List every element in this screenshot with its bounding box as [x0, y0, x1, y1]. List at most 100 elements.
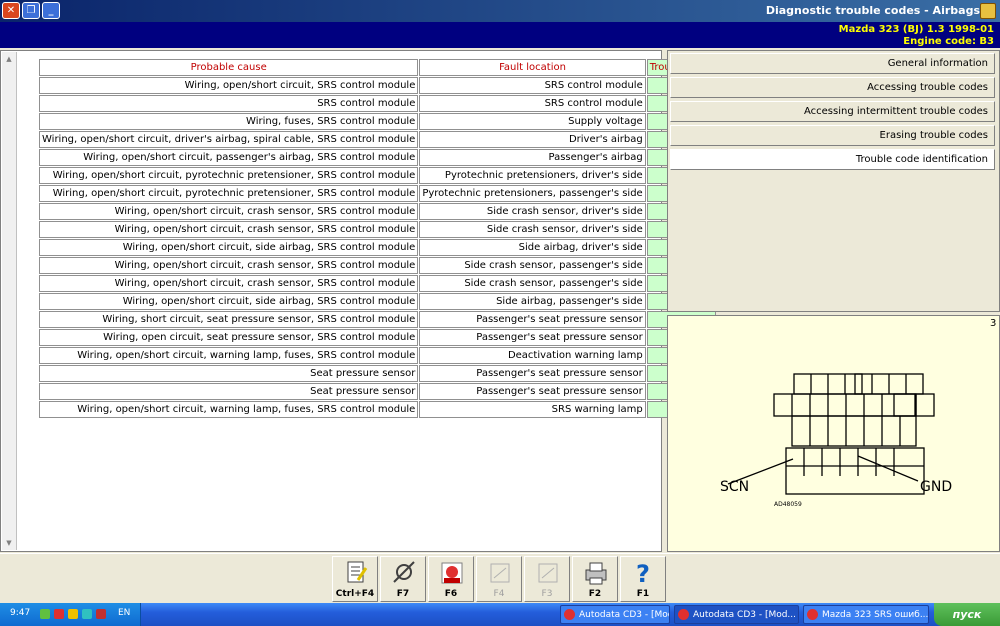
- toolbar-button-ctrl-f4[interactable]: Ctrl+F4: [332, 556, 378, 602]
- task-label: Mazda 323 SRS ошиб...: [822, 610, 929, 620]
- nav-item-erasing-trouble-codes[interactable]: Erasing trouble codes: [670, 125, 995, 146]
- fault-location-cell: Driver's airbag: [419, 131, 646, 148]
- toolbar-button-f4[interactable]: F4: [476, 556, 522, 602]
- start-button[interactable]: пуск: [934, 603, 1000, 626]
- windows-taskbar: 9:47 EN Autodata CD3 - [Mod... Autodata …: [0, 603, 1000, 626]
- probable-cause-cell: Wiring, open/short circuit, side airbag,…: [39, 293, 419, 310]
- tray-volume-icon[interactable]: [68, 609, 78, 619]
- close-button[interactable]: ✕: [2, 2, 20, 19]
- probable-cause-cell: Wiring, open/short circuit, pyrotechnic …: [39, 167, 419, 184]
- task-label: Autodata CD3 - [Mod...: [693, 610, 797, 620]
- table-header-row: Probable cause Fault location Trouble co…: [39, 59, 717, 76]
- toolbar-button-f2[interactable]: F2: [572, 556, 618, 602]
- table-row: Wiring, open/short circuit, warning lamp…: [39, 401, 717, 418]
- table-row: SRS control moduleSRS control module2: [39, 95, 717, 112]
- print-icon: [584, 560, 608, 586]
- notes-icon: [344, 560, 368, 586]
- tool-icon: [392, 560, 416, 586]
- taskbar-item-mazda[interactable]: Mazda 323 SRS ошиб...: [803, 605, 929, 624]
- task-app-icon: [807, 609, 818, 620]
- probable-cause-cell: Wiring, short circuit, seat pressure sen…: [39, 311, 419, 328]
- toolbar-key-label: F3: [541, 589, 553, 599]
- scroll-down-icon[interactable]: ▼: [4, 538, 14, 548]
- probable-cause-cell: SRS control module: [39, 95, 419, 112]
- table-row: Wiring, short circuit, seat pressure sen…: [39, 311, 717, 328]
- table-row: Wiring, open/short circuit, crash sensor…: [39, 221, 717, 238]
- fault-location-cell: SRS control module: [419, 95, 646, 112]
- table-row: Seat pressure sensor Passenger's seat pre…: [39, 383, 717, 400]
- toolbar-button-f6[interactable]: F6: [428, 556, 474, 602]
- fault-location-cell: Passenger's seat pressure sensor: [419, 383, 646, 400]
- connector-drawing: SCN GND AD48059: [720, 373, 952, 508]
- fault-location-cell: Passenger's airbag: [419, 149, 646, 166]
- trouble-code-table: Probable cause Fault location Trouble co…: [38, 58, 717, 419]
- diagram-number: 3: [990, 318, 997, 329]
- toolbar-button-f1[interactable]: ? F1: [620, 556, 666, 602]
- probable-cause-cell: Wiring, open/short circuit, pyrotechnic …: [39, 185, 419, 202]
- table-row: Wiring, fuses, SRS control module Supply …: [39, 113, 717, 130]
- table-row: Wiring, open/short circuit, passenger's …: [39, 149, 717, 166]
- probable-cause-cell: Wiring, open circuit, seat pressure sens…: [39, 329, 419, 346]
- toolbar-button-f3[interactable]: F3: [524, 556, 570, 602]
- nav-item-general-information[interactable]: General information: [670, 53, 995, 74]
- engine-code: Engine code: B3: [903, 36, 994, 47]
- toolbar-key-label: F1: [636, 589, 650, 599]
- probable-cause-cell: Wiring, open/short circuit, passenger's …: [39, 149, 419, 166]
- navigation-pane: General information Accessing trouble cod…: [667, 50, 1000, 312]
- svg-text:?: ?: [636, 560, 650, 586]
- table-row: Wiring, open/short circuit, crash sensor…: [39, 203, 717, 220]
- toolbar-key-label: F7: [396, 589, 410, 599]
- toolbar-key-label: F4: [493, 589, 505, 599]
- diagram-ref: AD48059: [774, 501, 802, 508]
- toolbar-key-label: F2: [588, 589, 602, 599]
- system-tray: 9:47 EN: [0, 603, 141, 626]
- nav-item-trouble-code-identification[interactable]: Trouble code identification: [670, 149, 995, 170]
- task-app-icon: [678, 609, 689, 620]
- fault-location-cell: SRS warning lamp: [419, 401, 646, 418]
- table-row: Wiring, open/short circuit, pyrotechnic …: [39, 167, 717, 184]
- tray-network-icon[interactable]: [40, 609, 50, 619]
- probable-cause-cell: Wiring, open/short circuit, crash sensor…: [39, 221, 419, 238]
- vertical-scrollbar[interactable]: ▲ ▼: [2, 52, 17, 550]
- table-row: Wiring, open circuit, seat pressure sens…: [39, 329, 717, 346]
- nav-item-accessing-trouble-codes[interactable]: Accessing trouble codes: [670, 77, 995, 98]
- fault-location-cell: Passenger's seat pressure sensor: [419, 365, 646, 382]
- connector-diagram: 3 SCN GND AD48059: [667, 315, 1000, 552]
- window-titlebar: ✕ ❐ _ Diagnostic trouble codes - Airbags: [0, 0, 1000, 22]
- table-row: Wiring, open/short circuit, side airbag,…: [39, 293, 717, 310]
- toolbar-key-label: Ctrl+F4: [335, 589, 375, 599]
- fault-location-cell: Pyrotechnic pretensioners, passenger's s…: [419, 185, 646, 202]
- minimize-button[interactable]: _: [42, 2, 60, 19]
- srs-icon: [440, 560, 464, 586]
- tray-language[interactable]: EN: [118, 608, 130, 618]
- probable-cause-cell: Seat pressure sensor: [39, 383, 419, 400]
- fault-location-cell: Supply voltage: [419, 113, 646, 130]
- fault-location-cell: Side crash sensor, passenger's side: [419, 275, 646, 292]
- help-icon: ?: [632, 560, 656, 588]
- gnd-label: GND: [920, 479, 952, 495]
- table-row: Wiring, open/short circuit, driver's air…: [39, 131, 717, 148]
- table-row: Wiring, open/short circuit, pyrotechnic …: [39, 185, 717, 202]
- nav-item-accessing-intermittent-trouble-codes[interactable]: Accessing intermittent trouble codes: [670, 101, 995, 122]
- taskbar-item-autodata-1[interactable]: Autodata CD3 - [Mod...: [674, 605, 799, 624]
- task-app-icon: [564, 609, 575, 620]
- taskbar-item-autodata-2[interactable]: Autodata CD3 - [Mod...: [560, 605, 670, 624]
- fault-location-cell: Side crash sensor, driver's side: [419, 203, 646, 220]
- scroll-up-icon[interactable]: ▲: [4, 54, 14, 64]
- toolbar-button-f7[interactable]: F7: [380, 556, 426, 602]
- table-row: Wiring, open/short circuit, SRS control …: [39, 77, 717, 94]
- fault-location-cell: Deactivation warning lamp: [419, 347, 646, 364]
- toolbar-key-label: F6: [444, 589, 458, 599]
- task-label: Autodata CD3 - [Mod...: [579, 610, 669, 620]
- fault-location-cell: SRS control module: [419, 77, 646, 94]
- tray-app-icon[interactable]: [82, 609, 92, 619]
- probable-cause-cell: Wiring, open/short circuit, crash sensor…: [39, 257, 419, 274]
- probable-cause-cell: Wiring, open/short circuit, side airbag,…: [39, 239, 419, 256]
- tray-security-icon[interactable]: [54, 609, 64, 619]
- tray-lang-icon[interactable]: [96, 609, 106, 619]
- table-row: Wiring, open/short circuit, side airbag,…: [39, 239, 717, 256]
- maximize-button[interactable]: ❐: [22, 2, 40, 19]
- table-row: Wiring, open/short circuit, warning lamp…: [39, 347, 717, 364]
- probable-cause-cell: Wiring, open/short circuit, crash sensor…: [39, 275, 419, 292]
- probable-cause-cell: Seat pressure sensor: [39, 365, 419, 382]
